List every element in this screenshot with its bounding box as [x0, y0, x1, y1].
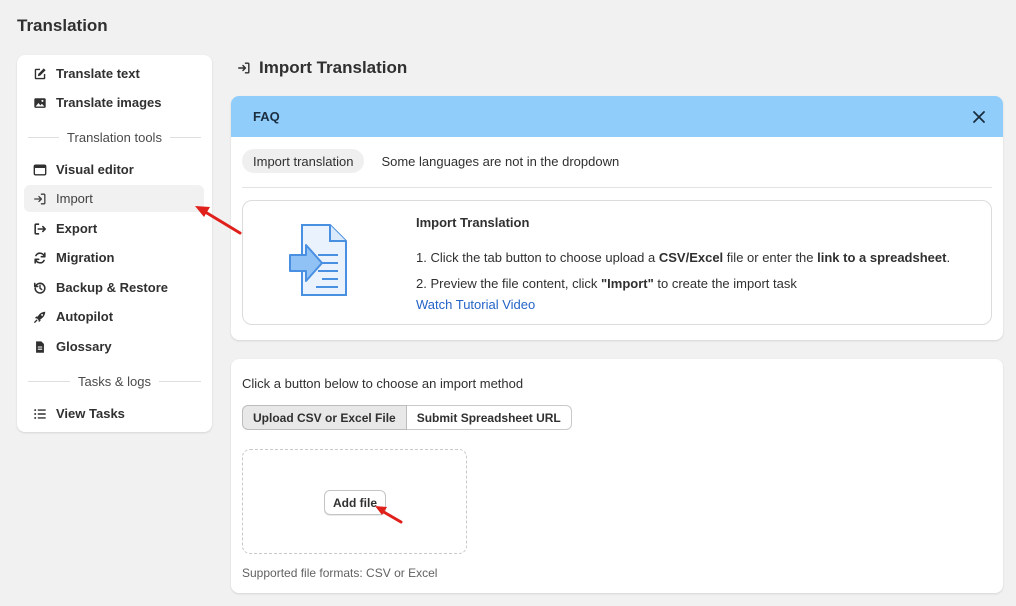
- sidebar-item-autopilot[interactable]: Autopilot: [24, 303, 204, 330]
- sidebar-item-label: Export: [56, 221, 98, 236]
- sidebar-item-visual-editor[interactable]: Visual editor: [24, 156, 204, 183]
- export-icon: [33, 222, 47, 236]
- info-box-title: Import Translation: [416, 215, 530, 230]
- section-heading-label: Translation tools: [67, 129, 162, 145]
- sidebar-item-label: Backup & Restore: [56, 280, 168, 295]
- faq-header: FAQ: [231, 96, 1003, 137]
- import-method-toggle: Upload CSV or Excel File Submit Spreadsh…: [242, 405, 572, 430]
- tab-import-translation[interactable]: Import translation: [242, 149, 365, 173]
- page-title: Translation: [17, 16, 108, 35]
- import-info-box: Import Translation 1. Click the tab butt…: [242, 200, 992, 325]
- refresh-icon: [33, 251, 47, 265]
- section-heading-label: Tasks & logs: [78, 373, 151, 389]
- supported-formats-text: Supported file formats: CSV or Excel: [242, 566, 438, 580]
- import-method-instruction: Click a button below to choose an import…: [242, 376, 524, 391]
- sidebar-item-import[interactable]: Import: [24, 185, 204, 212]
- sidebar-item-label: Autopilot: [56, 309, 114, 324]
- edit-icon: [33, 67, 47, 81]
- main-title: Import Translation: [237, 57, 407, 79]
- sidebar-item-label: Translate images: [56, 95, 162, 110]
- sidebar-item-view-tasks[interactable]: View Tasks: [24, 400, 204, 427]
- sidebar-item-glossary[interactable]: Glossary: [24, 333, 204, 360]
- import-icon: [238, 62, 250, 74]
- main-title-text: Import Translation: [259, 58, 408, 77]
- sidebar-item-label: View Tasks: [56, 406, 125, 421]
- sidebar-item-label: Visual editor: [56, 162, 134, 177]
- sidebar-item-label: Translate text: [56, 66, 140, 81]
- history-icon: [33, 281, 47, 295]
- sidebar-item-export[interactable]: Export: [24, 215, 204, 242]
- divider: [242, 187, 992, 188]
- submit-spreadsheet-url-button[interactable]: Submit Spreadsheet URL: [406, 405, 572, 430]
- sidebar-item-backup-restore[interactable]: Backup & Restore: [24, 274, 204, 301]
- sidebar-item-translate-text[interactable]: Translate text: [24, 60, 204, 87]
- faq-card: FAQ Import translation Some languages ar…: [231, 96, 1003, 340]
- list-icon: [33, 407, 47, 421]
- close-icon[interactable]: [972, 110, 986, 124]
- import-icon: [33, 192, 47, 206]
- step-2: 2. Preview the file content, click "Impo…: [416, 276, 797, 291]
- section-heading-tasks-logs: Tasks & logs: [28, 373, 202, 389]
- sidebar-item-label: Migration: [56, 250, 115, 265]
- file-dropzone[interactable]: Add file: [242, 449, 467, 554]
- step-1: 1. Click the tab button to choose upload…: [416, 250, 951, 265]
- upload-csv-excel-button[interactable]: Upload CSV or Excel File: [242, 405, 407, 430]
- faq-title: FAQ: [253, 109, 280, 124]
- document-import-icon: [289, 224, 347, 296]
- rocket-icon: [33, 310, 47, 324]
- sidebar-item-label: Import: [56, 191, 93, 206]
- add-file-button[interactable]: Add file: [324, 490, 386, 515]
- browser-window-icon: [33, 163, 47, 177]
- document-icon: [33, 340, 47, 354]
- info-box-steps: 1. Click the tab button to choose upload…: [416, 245, 986, 297]
- sidebar-item-migration[interactable]: Migration: [24, 244, 204, 271]
- faq-tabs: Import translation Some languages are no…: [242, 149, 636, 173]
- tab-languages-not-in-dropdown[interactable]: Some languages are not in the dropdown: [370, 149, 630, 173]
- image-icon: [33, 96, 47, 110]
- upload-card: Click a button below to choose an import…: [231, 359, 1003, 593]
- sidebar-item-label: Glossary: [56, 339, 112, 354]
- watch-tutorial-link[interactable]: Watch Tutorial Video: [416, 297, 535, 312]
- sidebar-item-translate-images[interactable]: Translate images: [24, 89, 204, 116]
- section-heading-translation-tools: Translation tools: [28, 129, 201, 145]
- sidebar: Translate text Translate images Translat…: [17, 55, 212, 432]
